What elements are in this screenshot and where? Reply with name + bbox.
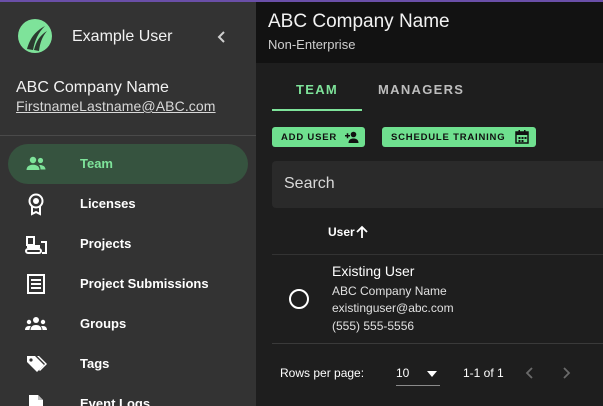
sort-ascending-icon[interactable] <box>354 224 370 240</box>
document-icon <box>27 274 45 294</box>
table-footer-divider <box>272 343 603 344</box>
sidebar-item-licenses[interactable]: Licenses <box>0 182 256 222</box>
sidebar-item-label: Projects <box>80 236 132 251</box>
tab-label: MANAGERS <box>378 82 465 97</box>
user-name: Existing User <box>332 263 415 279</box>
people-icon <box>26 156 46 170</box>
sidebar: Example User ABC Company Name FirstnameL… <box>0 2 256 406</box>
person-add-icon <box>345 131 359 143</box>
chevron-right-icon[interactable] <box>558 363 574 383</box>
tab-managers[interactable]: MANAGERS <box>362 63 482 111</box>
page-subtitle: Non-Enterprise <box>268 37 356 52</box>
sidebar-item-label: Groups <box>80 316 127 331</box>
sidebar-item-groups[interactable]: Groups <box>0 302 256 342</box>
button-label: ADD USER <box>281 132 338 143</box>
groups-icon <box>25 317 47 330</box>
chevron-left-icon <box>217 31 225 43</box>
sidebar-company-name: ABC Company Name <box>16 79 169 96</box>
sidebar-nav: Team Licenses Projects Project Submissio… <box>0 142 256 406</box>
sidebar-item-label: Event Logs <box>80 396 151 406</box>
sidebar-item-team[interactable]: Team <box>0 142 256 184</box>
button-label: SCHEDULE TRAINING <box>391 132 506 143</box>
sidebar-item-tags[interactable]: Tags <box>0 342 256 382</box>
search-box <box>272 161 603 208</box>
table-header-divider <box>272 254 603 255</box>
active-tab-indicator <box>272 109 362 111</box>
user-phone: (555) 555-5556 <box>332 319 415 333</box>
tab-team[interactable]: TEAM <box>272 63 362 111</box>
sidebar-header: Example User <box>0 2 256 72</box>
sidebar-item-label: Project Submissions <box>80 276 209 291</box>
sidebar-item-project-submissions[interactable]: Project Submissions <box>0 262 256 302</box>
tags-icon <box>27 356 47 372</box>
collapse-sidebar-button[interactable] <box>212 26 232 48</box>
column-header-user[interactable]: User <box>328 225 355 239</box>
calendar-icon <box>515 130 529 144</box>
badge-icon <box>28 193 44 216</box>
user-company: ABC Company Name <box>332 284 447 298</box>
row-select-radio[interactable] <box>289 289 309 309</box>
sidebar-item-label: Team <box>80 156 113 171</box>
sidebar-user-email[interactable]: FirstnameLastname@ABC.com <box>16 98 216 114</box>
rows-per-page-value: 10 <box>396 366 410 380</box>
app-logo-icon <box>18 19 52 53</box>
tab-label: TEAM <box>296 82 339 97</box>
user-email: existinguser@abc.com <box>332 301 454 315</box>
schedule-training-button[interactable]: SCHEDULE TRAINING <box>382 127 536 147</box>
file-icon <box>29 395 43 406</box>
rows-per-page-label: Rows per page: <box>280 366 365 380</box>
bulldozer-icon <box>25 236 47 254</box>
sidebar-item-event-logs[interactable]: Event Logs <box>0 382 256 406</box>
sidebar-user-name: Example User <box>72 28 173 45</box>
rows-per-page-select[interactable]: 10 <box>396 363 440 386</box>
main-content: ABC Company Name Non-Enterprise TEAM MAN… <box>256 2 603 406</box>
sidebar-divider <box>0 135 256 136</box>
add-user-button[interactable]: ADD USER <box>272 127 365 147</box>
chevron-left-icon[interactable] <box>522 363 538 383</box>
sidebar-item-projects[interactable]: Projects <box>0 222 256 262</box>
sidebar-item-label: Tags <box>80 356 110 371</box>
sidebar-item-label: Licenses <box>80 196 136 211</box>
pagination-range: 1-1 of 1 <box>463 366 504 380</box>
page-title: ABC Company Name <box>268 11 450 32</box>
search-input[interactable] <box>284 174 584 194</box>
caret-down-icon <box>427 371 437 377</box>
team-panel: TEAM MANAGERS ADD USER SCHEDULE TRAINING <box>256 63 603 406</box>
